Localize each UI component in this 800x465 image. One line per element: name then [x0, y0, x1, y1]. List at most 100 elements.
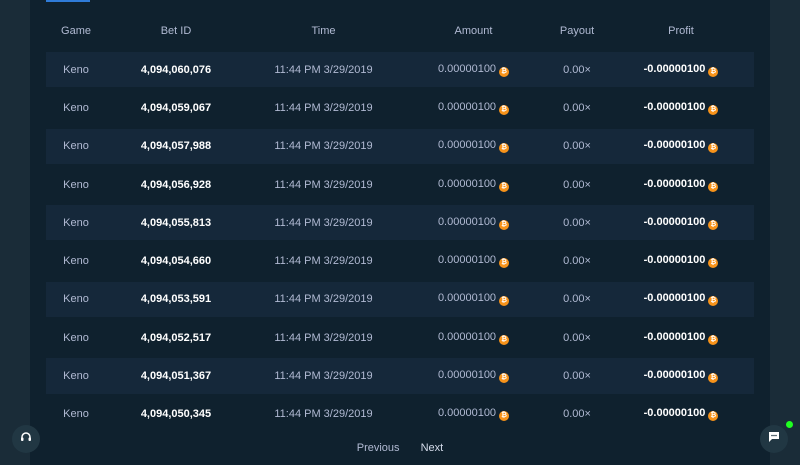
payout-text: 0.00× [563, 101, 591, 114]
game-text: Keno [63, 293, 89, 306]
amount-cell: 0.00000100 ₿ [401, 128, 546, 164]
profit-text: -0.00000100 [643, 292, 706, 305]
profit-text: -0.00000100 [643, 330, 706, 343]
chat-icon [768, 432, 780, 446]
payout-cell: 0.00× [546, 396, 608, 432]
bet-id-cell[interactable]: 4,094,051,367 [106, 358, 246, 394]
bet-id-cell[interactable]: 4,094,053,591 [106, 281, 246, 318]
bet-id-text: 4,094,051,367 [140, 370, 212, 383]
table-row[interactable]: Keno 4,094,053,591 11:44 PM 3/29/2019 0.000… [46, 281, 754, 318]
bet-id-text: 4,094,055,813 [140, 216, 212, 229]
bitcoin-icon: ₿ [708, 334, 719, 345]
payout-cell: 0.00× [546, 205, 608, 241]
payout-text: 0.00× [563, 255, 591, 268]
bitcoin-icon: ₿ [499, 181, 510, 192]
time-text: 11:44 PM 3/29/2019 [274, 408, 373, 421]
profit-cell: -0.00000100 ₿ [608, 166, 754, 203]
payout-text: 0.00× [563, 216, 591, 229]
bet-id-text: 4,094,054,660 [140, 255, 212, 268]
profit-cell: -0.00000100 ₿ [608, 243, 754, 279]
game-text: Keno [63, 370, 89, 383]
table-row[interactable]: Keno 4,094,051,367 11:44 PM 3/29/2019 0.000… [46, 358, 754, 394]
time-cell: 11:44 PM 3/29/2019 [246, 166, 401, 203]
time-text: 11:44 PM 3/29/2019 [274, 370, 373, 383]
table-row[interactable]: Keno 4,094,052,517 11:44 PM 3/29/2019 0.000… [46, 320, 754, 356]
table-row[interactable]: Keno 4,094,057,988 11:44 PM 3/29/2019 0.000… [46, 128, 754, 164]
table-row[interactable]: Keno 4,094,054,660 11:44 PM 3/29/2019 0.000… [46, 243, 754, 279]
profit-cell: -0.00000100 ₿ [608, 320, 754, 356]
bet-id-text: 4,094,056,928 [140, 178, 212, 191]
game-text: Keno [63, 331, 89, 344]
bitcoin-icon: ₿ [499, 66, 510, 77]
profit-text: -0.00000100 [643, 177, 706, 190]
bet-id-cell[interactable]: 4,094,060,076 [106, 52, 246, 88]
profit-text: -0.00000100 [643, 254, 706, 267]
bet-id-text: 4,094,060,076 [140, 63, 212, 76]
bet-id-text: 4,094,059,067 [140, 101, 212, 114]
amount-cell: 0.00000100 ₿ [401, 396, 546, 432]
amount-text: 0.00000100 [437, 407, 497, 420]
time-cell: 11:44 PM 3/29/2019 [246, 90, 401, 126]
bet-id-cell[interactable]: 4,094,050,345 [106, 396, 246, 432]
bitcoin-icon: ₿ [708, 104, 719, 115]
amount-text: 0.00000100 [437, 292, 497, 305]
bitcoin-icon: ₿ [708, 411, 719, 422]
chat-button[interactable] [760, 425, 788, 453]
time-text: 11:44 PM 3/29/2019 [274, 63, 373, 76]
payout-text: 0.00× [563, 331, 591, 344]
amount-text: 0.00000100 [437, 330, 497, 343]
page: Game Bet ID Time Amount Payout Profit Ke… [0, 0, 800, 465]
game-text: Keno [63, 408, 89, 421]
table-row[interactable]: Keno 4,094,056,928 11:44 PM 3/29/2019 0.000… [46, 166, 754, 203]
bitcoin-icon: ₿ [708, 66, 719, 77]
profit-text: -0.00000100 [643, 62, 706, 75]
amount-cell: 0.00000100 ₿ [401, 52, 546, 88]
column-header-profit: Profit [668, 25, 694, 37]
table-row[interactable]: Keno 4,094,059,067 11:44 PM 3/29/2019 0.000… [46, 90, 754, 126]
time-cell: 11:44 PM 3/29/2019 [246, 52, 401, 88]
amount-cell: 0.00000100 ₿ [401, 320, 546, 356]
table-row[interactable]: Keno 4,094,055,813 11:44 PM 3/29/2019 0.000… [46, 205, 754, 241]
next-button[interactable]: Next [421, 442, 444, 454]
table-row[interactable]: Keno 4,094,050,345 11:44 PM 3/29/2019 0.000… [46, 396, 754, 432]
payout-text: 0.00× [563, 293, 591, 306]
amount-cell: 0.00000100 ₿ [401, 166, 546, 203]
profit-text: -0.00000100 [643, 369, 706, 382]
game-text: Keno [63, 140, 89, 153]
payout-cell: 0.00× [546, 358, 608, 394]
amount-cell: 0.00000100 ₿ [401, 358, 546, 394]
game-text: Keno [63, 216, 89, 229]
bitcoin-icon: ₿ [499, 143, 510, 154]
support-button[interactable] [12, 425, 40, 453]
payout-text: 0.00× [563, 408, 591, 421]
table-row[interactable]: Keno 4,094,060,076 11:44 PM 3/29/2019 0.000… [46, 52, 754, 88]
payout-text: 0.00× [563, 140, 591, 153]
profit-text: -0.00000100 [643, 407, 706, 420]
game-text: Keno [63, 101, 89, 114]
previous-button[interactable]: Previous [357, 442, 400, 454]
bet-id-cell[interactable]: 4,094,059,067 [106, 90, 246, 126]
bet-id-cell[interactable]: 4,094,054,660 [106, 243, 246, 279]
bet-id-cell[interactable]: 4,094,056,928 [106, 166, 246, 203]
time-text: 11:44 PM 3/29/2019 [274, 178, 373, 191]
time-cell: 11:44 PM 3/29/2019 [246, 243, 401, 279]
payout-cell: 0.00× [546, 128, 608, 164]
bet-id-cell[interactable]: 4,094,057,988 [106, 128, 246, 164]
time-cell: 11:44 PM 3/29/2019 [246, 320, 401, 356]
column-header-amount: Amount [454, 25, 493, 37]
online-status-dot [786, 421, 793, 428]
amount-text: 0.00000100 [437, 177, 497, 190]
amount-text: 0.00000100 [437, 254, 497, 267]
bet-id-cell[interactable]: 4,094,052,517 [106, 320, 246, 356]
bitcoin-icon: ₿ [708, 258, 719, 269]
bitcoin-icon: ₿ [708, 143, 719, 154]
bet-id-cell[interactable]: 4,094,055,813 [106, 205, 246, 241]
amount-text: 0.00000100 [437, 215, 497, 228]
bitcoin-icon: ₿ [499, 334, 510, 345]
headset-icon [20, 432, 32, 446]
payout-text: 0.00× [563, 63, 591, 76]
profit-cell: -0.00000100 ₿ [608, 90, 754, 126]
column-header-bet-id: Bet ID [160, 25, 192, 37]
payout-cell: 0.00× [546, 52, 608, 88]
time-cell: 11:44 PM 3/29/2019 [246, 205, 401, 241]
